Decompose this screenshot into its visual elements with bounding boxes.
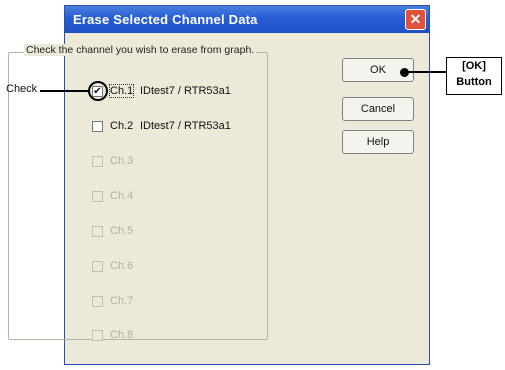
channel-label-8: Ch.8 (110, 329, 134, 341)
dialog-title: Erase Selected Channel Data (73, 12, 258, 27)
ok-button-callout: [OK] Button (446, 57, 502, 95)
ok-leader-line (407, 71, 446, 73)
channel-checkbox-3 (92, 156, 103, 167)
ok-callout-line1: [OK] (462, 60, 486, 72)
cancel-button[interactable]: Cancel (342, 97, 414, 121)
channel-label-5: Ch.5 (110, 225, 134, 237)
close-icon[interactable]: ✕ (405, 9, 426, 30)
channel-checkbox-7 (92, 296, 103, 307)
channel-desc-1: IDtest7 / RTR53a1 (140, 85, 231, 97)
channel-checkbox-8 (92, 330, 103, 341)
channel-label-7: Ch.7 (110, 295, 134, 307)
channel-label-3: Ch.3 (110, 155, 134, 167)
channel-label-2: Ch.2 (110, 120, 134, 132)
channel-label-1: Ch.1 (108, 84, 135, 98)
help-button[interactable]: Help (342, 130, 414, 154)
check-annotation: Check (6, 83, 38, 95)
channel-checkbox-4 (92, 191, 103, 202)
channel-checkbox-6 (92, 261, 103, 272)
group-label: Check the channel you wish to erase from… (24, 44, 257, 56)
channel-checkbox-5 (92, 226, 103, 237)
check-leader-line (40, 90, 90, 92)
channel-label-6: Ch.6 (110, 260, 134, 272)
channel-checkbox-2[interactable] (92, 121, 103, 132)
check-highlight-ring (88, 81, 108, 101)
ok-callout-line2: Button (456, 76, 492, 88)
channel-label-4: Ch.4 (110, 190, 134, 202)
title-bar[interactable]: Erase Selected Channel Data ✕ (65, 6, 429, 33)
channel-desc-2: IDtest7 / RTR53a1 (140, 120, 231, 132)
